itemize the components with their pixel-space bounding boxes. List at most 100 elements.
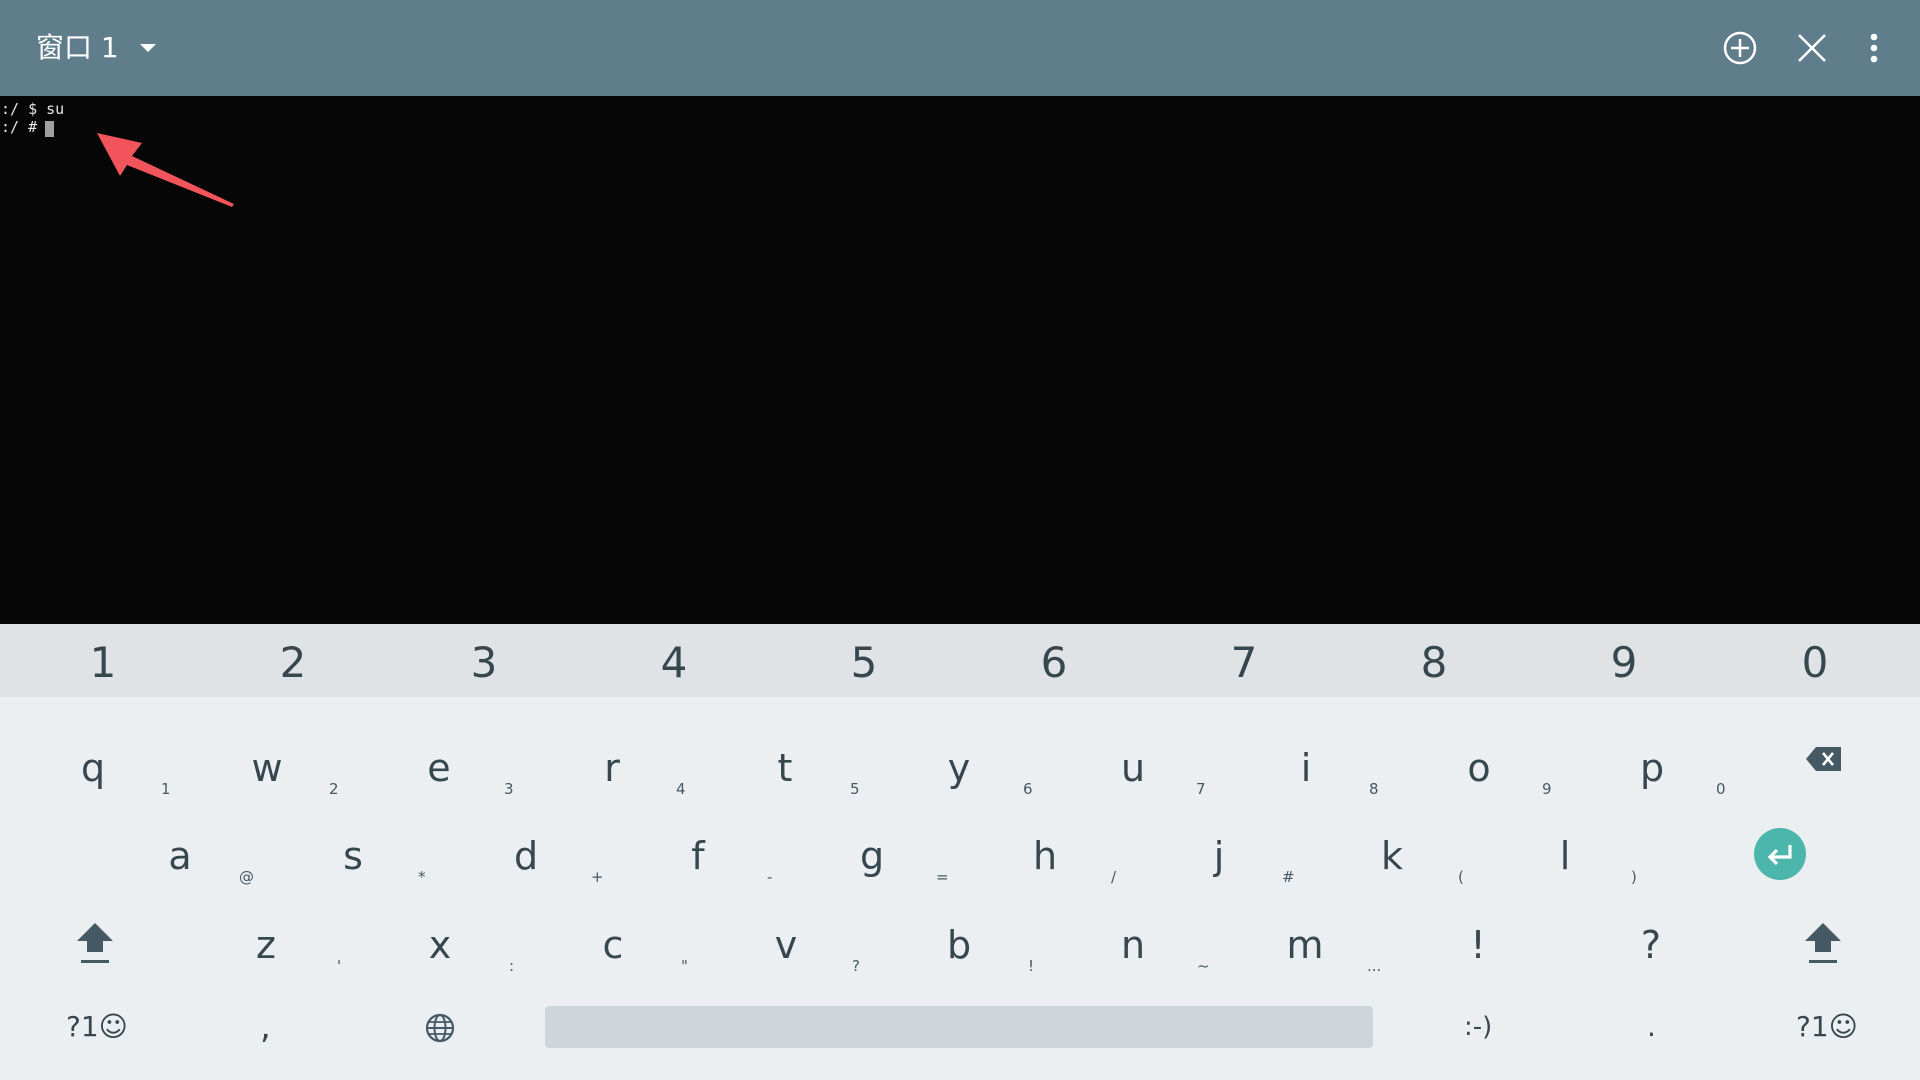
key-hint: 7 — [1196, 780, 1206, 798]
key-k[interactable]: k ( — [1306, 818, 1478, 904]
comma-key[interactable]: , — [260, 1009, 271, 1045]
key-hint: # — [1282, 868, 1295, 886]
key-label: u — [1120, 746, 1146, 790]
key-label: x — [428, 923, 452, 967]
key-5[interactable]: 5 — [769, 624, 959, 697]
key-hint: 8 — [1369, 780, 1379, 798]
key-hint: @ — [239, 868, 254, 886]
shift-icon[interactable] — [74, 920, 116, 968]
number-row: 1 2 3 4 5 6 7 8 9 0 — [0, 624, 1920, 697]
key-label: c — [602, 923, 624, 967]
key-question[interactable]: ? — [1565, 907, 1737, 993]
key-hint: ) — [1631, 868, 1637, 886]
key-w[interactable]: w 2 — [181, 730, 353, 816]
key-label: ! — [1470, 923, 1486, 967]
key-c[interactable]: c " — [527, 907, 699, 993]
key-hint: 9 — [1542, 780, 1552, 798]
key-8[interactable]: 8 — [1339, 624, 1529, 697]
key-e[interactable]: e 3 — [353, 730, 525, 816]
key-hint: ~ — [1197, 957, 1210, 975]
key-hint: ' — [337, 957, 342, 975]
key-o[interactable]: o 9 — [1393, 730, 1565, 816]
period-key[interactable]: . — [1647, 1009, 1656, 1045]
space-bar[interactable] — [545, 1006, 1373, 1048]
key-label: o — [1467, 746, 1491, 790]
key-p[interactable]: p 0 — [1566, 730, 1738, 816]
key-exclamation[interactable]: ! — [1392, 907, 1564, 993]
window-title[interactable]: 窗口 1 — [36, 28, 119, 68]
chevron-down-icon[interactable] — [136, 40, 160, 56]
terminal-area[interactable]: :/ $ su :/ # — [0, 96, 1920, 624]
key-hint: 4 — [676, 780, 686, 798]
key-hint: - — [767, 868, 773, 886]
key-z[interactable]: z ' — [180, 907, 352, 993]
key-label: g — [859, 834, 885, 878]
key-label: k — [1380, 834, 1403, 878]
key-2[interactable]: 2 — [198, 624, 388, 697]
key-label: d — [513, 834, 539, 878]
key-label: v — [774, 923, 798, 967]
key-hint: ... — [1367, 957, 1382, 975]
key-x[interactable]: x : — [354, 907, 526, 993]
overflow-menu-icon[interactable] — [1854, 28, 1894, 68]
key-label: b — [946, 923, 972, 967]
key-6[interactable]: 6 — [959, 624, 1149, 697]
key-j[interactable]: j # — [1133, 818, 1305, 904]
backspace-icon[interactable] — [1804, 744, 1844, 774]
key-hint: * — [418, 868, 426, 886]
key-hint: 5 — [850, 780, 860, 798]
key-4[interactable]: 4 — [579, 624, 769, 697]
key-label: h — [1032, 834, 1058, 878]
key-label: ? — [1640, 923, 1662, 967]
key-i[interactable]: i 8 — [1220, 730, 1392, 816]
key-0[interactable]: 0 — [1720, 624, 1910, 697]
shift-right-icon[interactable] — [1802, 920, 1844, 968]
key-label: t — [777, 746, 793, 790]
key-label: y — [947, 746, 971, 790]
key-label: q — [80, 746, 106, 790]
key-hint: 3 — [504, 780, 514, 798]
key-9[interactable]: 9 — [1529, 624, 1719, 697]
key-m[interactable]: m ... — [1219, 907, 1391, 993]
key-v[interactable]: v ? — [700, 907, 872, 993]
key-hint: ! — [1028, 957, 1035, 975]
key-r[interactable]: r 4 — [526, 730, 698, 816]
close-icon[interactable] — [1792, 28, 1832, 68]
soft-keyboard: 1 2 3 4 5 6 7 8 9 0 q 1 w 2 e 3 r 4 t 5 … — [0, 624, 1920, 1080]
symbols-key-right[interactable]: ?1☺ — [1796, 1009, 1858, 1045]
key-label: f — [691, 834, 705, 878]
key-n[interactable]: n ~ — [1047, 907, 1219, 993]
key-s[interactable]: s * — [267, 818, 439, 904]
key-3[interactable]: 3 — [389, 624, 579, 697]
key-label: e — [427, 746, 451, 790]
key-hint: " — [681, 957, 688, 975]
key-y[interactable]: y 6 — [873, 730, 1045, 816]
key-t[interactable]: t 5 — [699, 730, 871, 816]
key-q[interactable]: q 1 — [7, 730, 179, 816]
key-1[interactable]: 1 — [8, 624, 198, 697]
key-d[interactable]: d + — [440, 818, 612, 904]
terminal-line: :/ $ su — [1, 100, 65, 118]
key-h[interactable]: h / — [959, 818, 1131, 904]
key-hint: / — [1111, 868, 1117, 886]
globe-icon[interactable] — [424, 1012, 456, 1044]
key-hint: 2 — [329, 780, 339, 798]
terminal-line: :/ # — [1, 118, 47, 136]
key-label: n — [1120, 923, 1146, 967]
key-label: z — [256, 923, 276, 967]
symbols-key-left[interactable]: ?1☺ — [66, 1009, 128, 1045]
emoticon-key[interactable]: :-) — [1464, 1009, 1492, 1045]
key-a[interactable]: a @ — [94, 818, 266, 904]
key-hint: = — [936, 868, 949, 886]
add-window-icon[interactable] — [1720, 28, 1760, 68]
key-label: p — [1639, 746, 1665, 790]
title-bar: 窗口 1 — [0, 0, 1920, 96]
key-b[interactable]: b ! — [873, 907, 1045, 993]
key-l[interactable]: l ) — [1479, 818, 1651, 904]
key-f[interactable]: f - — [612, 818, 784, 904]
key-u[interactable]: u 7 — [1047, 730, 1219, 816]
key-g[interactable]: g = — [786, 818, 958, 904]
key-label: j — [1213, 834, 1225, 878]
key-7[interactable]: 7 — [1149, 624, 1339, 697]
enter-icon[interactable] — [1754, 828, 1806, 880]
